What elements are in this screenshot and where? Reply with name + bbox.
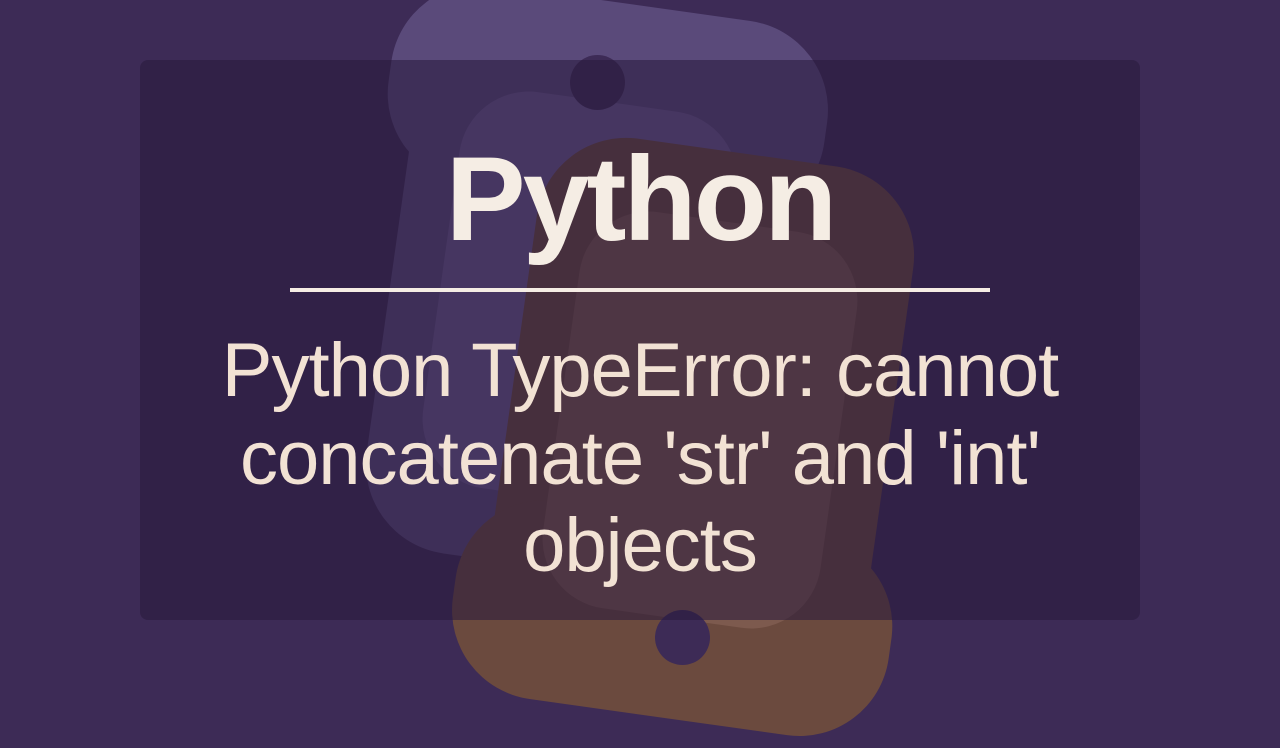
error-subtitle: Python TypeError: cannot concatenate 'st… — [115, 327, 1165, 589]
content-container: Python Python TypeError: cannot concaten… — [0, 0, 1280, 720]
main-title: Python — [446, 130, 835, 268]
title-divider — [290, 288, 990, 292]
